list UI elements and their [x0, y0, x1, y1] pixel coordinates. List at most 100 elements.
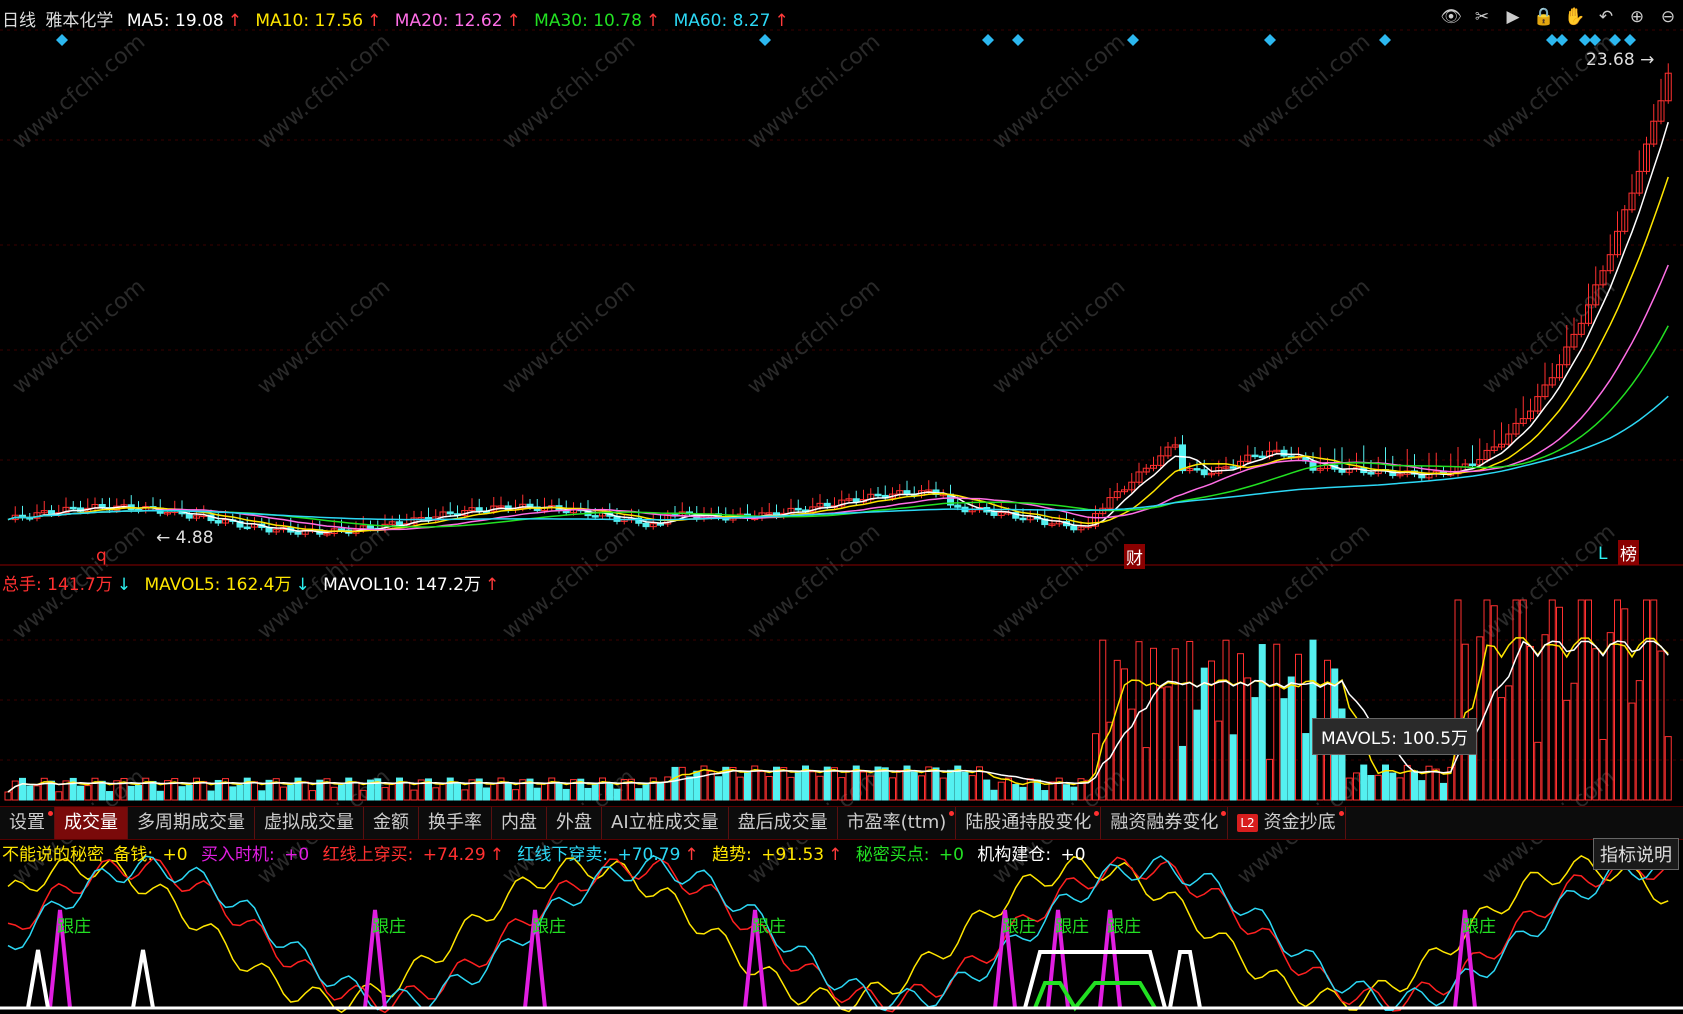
- volume-bar: [156, 790, 164, 801]
- volume-bar: [533, 787, 541, 801]
- mavol10: MAVOL10: 147.2万 ↑: [323, 575, 503, 595]
- volume-bar: [555, 782, 563, 801]
- candle-body: [1367, 472, 1375, 475]
- mark-L[interactable]: L: [1598, 544, 1607, 564]
- volume-bar: [780, 767, 788, 801]
- tab-virtual-volume[interactable]: 虚拟成交量: [255, 807, 364, 839]
- volume-bar: [512, 789, 519, 801]
- volume-bar: [1251, 697, 1259, 801]
- watermark-text: www.cfchi.com: [1478, 29, 1620, 154]
- volume-bar: [1374, 774, 1382, 801]
- signal-diamonds: [56, 34, 1636, 46]
- tab-outer[interactable]: 外盘: [547, 807, 602, 839]
- mavol10-label: MAVOL10: 147.2万: [323, 575, 481, 595]
- volume-bar: [874, 766, 882, 801]
- tab-ai-volume[interactable]: AI立桩成交量: [602, 807, 729, 839]
- signal-label: 跟庄: [752, 917, 786, 937]
- volume-bar: [106, 791, 113, 801]
- watermark-text: www.cfchi.com: [498, 274, 640, 399]
- volume-bar: [200, 781, 208, 801]
- volume-bar: [968, 775, 976, 801]
- watermark-text: www.cfchi.com: [743, 274, 885, 399]
- indicator-header: 不能说的秘密 备钱: +0 买入时机: +0 红线上穿买: +74.29 ↑ 红线…: [2, 840, 1094, 865]
- tab-after-hours-volume[interactable]: 盘后成交量: [729, 807, 838, 839]
- mavol-tooltip: MAVOL5: 100.5万: [1312, 718, 1478, 755]
- volume-bar: [11, 780, 19, 801]
- volume-bar: [729, 766, 737, 801]
- tab-pe-ttm[interactable]: 市盈率(ttm): [838, 807, 957, 839]
- watermark-text: www.cfchi.com: [1233, 519, 1375, 644]
- ind-institution: 机构建仓: +0: [977, 845, 1086, 865]
- indicator-name[interactable]: 不能说的秘密: [2, 845, 104, 865]
- tab-inner[interactable]: 内盘: [492, 807, 547, 839]
- high-price-label: 23.68 →: [1586, 50, 1655, 70]
- signal-label: 跟庄: [532, 917, 566, 937]
- candle-body: [1019, 517, 1027, 521]
- tab-margin[interactable]: 融资融券变化: [1101, 807, 1229, 839]
- volume-bar: [26, 785, 34, 801]
- volume-bar: [1135, 641, 1143, 801]
- signal-diamond: [1556, 34, 1568, 46]
- volume-bar: [1396, 777, 1404, 801]
- volume-bar: [1367, 774, 1375, 801]
- secret-buy-line: [1033, 981, 1157, 1012]
- watermark-text: www.cfchi.com: [8, 29, 150, 154]
- volume-bar: [562, 788, 570, 801]
- mark-bang[interactable]: 榜: [1618, 540, 1639, 565]
- volume-bar: [1440, 782, 1447, 801]
- low-price-label: ← 4.88: [156, 528, 214, 548]
- candle-body: [823, 502, 831, 507]
- volume-bar: [1222, 639, 1230, 801]
- volume-bar: [744, 770, 751, 801]
- mark-cai[interactable]: 财: [1124, 544, 1145, 569]
- tab-settings[interactable]: 设置: [0, 807, 55, 839]
- institution-spike: [131, 949, 155, 1009]
- candle-body: [591, 515, 599, 518]
- signal-diamond: [1624, 34, 1636, 46]
- volume-bar: [1258, 644, 1266, 801]
- volume-bar: [1179, 745, 1186, 801]
- volume-bar: [816, 775, 824, 801]
- volume-bar: [1229, 734, 1237, 801]
- watermark-text: www.cfchi.com: [498, 29, 640, 154]
- tab-multi-period-volume[interactable]: 多周期成交量: [128, 807, 255, 839]
- signal-label: 跟庄: [1107, 917, 1141, 937]
- mavol5: MAVOL5: 162.4万 ↓: [144, 575, 313, 595]
- volume-bar: [1389, 772, 1397, 801]
- volume-bar: [1200, 667, 1208, 801]
- volume-bar: [881, 767, 889, 801]
- tab-fund-bottom[interactable]: L2 资金抄底: [1228, 807, 1346, 839]
- volume-bar: [1273, 643, 1281, 801]
- volume-bar: [584, 787, 592, 801]
- volume-bar: [613, 788, 621, 801]
- volume-bar: [1563, 699, 1571, 801]
- volume-bar: [896, 770, 904, 801]
- signal-diamond: [1127, 34, 1139, 46]
- indicator-explain-button[interactable]: 指标说明: [1593, 838, 1679, 870]
- volume-bar: [1505, 685, 1513, 801]
- volume-ma-lines: [7, 637, 1669, 793]
- candle-body: [396, 521, 403, 526]
- tab-amount[interactable]: 金额: [364, 807, 419, 839]
- volume-bar: [1418, 780, 1426, 801]
- signal-diamond: [1264, 34, 1276, 46]
- volume-bar: [1171, 648, 1179, 801]
- volume-bar: [1476, 636, 1484, 801]
- watermark-text: www.cfchi.com: [498, 519, 640, 644]
- ind-beiqian: 备钱: +0: [113, 845, 188, 865]
- ind-red-cross-up: 红线上穿买: +74.29 ↑: [322, 845, 504, 865]
- volume-bar: [287, 784, 295, 801]
- institution-spike: [26, 949, 50, 1009]
- tab-hk-connect[interactable]: 陆股通持股变化: [956, 807, 1102, 839]
- candle-body: [214, 520, 222, 524]
- tab-turnover[interactable]: 换手率: [419, 807, 492, 839]
- volume-bar: [1556, 606, 1563, 801]
- volume-bar: [678, 766, 686, 801]
- tab-volume[interactable]: 成交量: [55, 807, 128, 839]
- mark-q[interactable]: q: [96, 546, 107, 566]
- candle-body: [1280, 449, 1288, 457]
- volume-bar: [149, 780, 157, 801]
- signal-diamond: [56, 34, 68, 46]
- candle-body: [1229, 466, 1237, 469]
- volume-bar: [483, 787, 490, 801]
